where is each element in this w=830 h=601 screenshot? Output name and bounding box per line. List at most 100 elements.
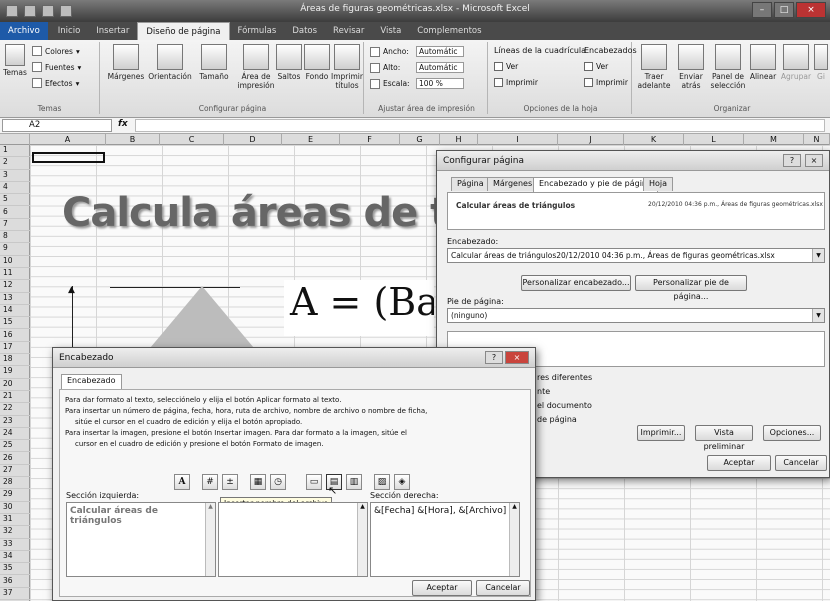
row-header[interactable]: 28 <box>0 477 30 490</box>
row-header[interactable]: 32 <box>0 526 30 539</box>
fx-icon[interactable]: fx <box>118 119 128 129</box>
background-button[interactable]: Fondo <box>302 44 332 81</box>
row-header[interactable]: 5 <box>0 194 30 207</box>
row-header[interactable]: 37 <box>0 588 30 601</box>
orientation-button[interactable]: Orientación <box>148 44 192 81</box>
scrollbar[interactable]: ▲ <box>509 503 519 576</box>
footer-select[interactable]: (ninguno) ▼ <box>447 308 825 323</box>
row-header[interactable]: 2 <box>0 157 30 170</box>
cancel-button[interactable]: Cancelar <box>775 455 827 471</box>
insert-picture-icon[interactable]: ▨ <box>374 474 390 490</box>
bring-forward-button[interactable]: Traer adelante <box>636 44 672 90</box>
column-header[interactable]: N <box>804 134 830 145</box>
tab-encabezado[interactable]: Encabezado <box>61 374 122 389</box>
option-scale-with-doc[interactable]: el documento <box>537 401 592 410</box>
row-header[interactable]: 11 <box>0 268 30 281</box>
redo-icon[interactable] <box>60 5 72 17</box>
tab-insertar[interactable]: Insertar <box>88 22 137 40</box>
row-header[interactable]: 17 <box>0 342 30 355</box>
selected-cell[interactable] <box>32 152 105 163</box>
excel-icon[interactable] <box>6 5 18 17</box>
gridlines-print-checkbox[interactable]: Imprimir <box>494 78 538 87</box>
tab-margenes[interactable]: Márgenes <box>487 177 539 191</box>
close-icon[interactable]: × <box>805 154 823 167</box>
row-header[interactable]: 22 <box>0 403 30 416</box>
row-header[interactable]: 7 <box>0 219 30 232</box>
option-first-page[interactable]: nte <box>537 387 550 396</box>
tab-datos[interactable]: Datos <box>284 22 325 40</box>
margins-button[interactable]: Márgenes <box>104 44 148 81</box>
column-header[interactable]: B <box>106 134 160 145</box>
option-different-odd-even[interactable]: res diferentes <box>537 373 592 382</box>
row-header[interactable]: 10 <box>0 256 30 268</box>
row-header[interactable]: 14 <box>0 305 30 318</box>
tab-encabezado-pie[interactable]: Encabezado y pie de página <box>533 177 658 192</box>
undo-icon[interactable] <box>42 5 54 17</box>
ok-button[interactable]: Aceptar <box>707 455 771 471</box>
tab-formulas[interactable]: Fórmulas <box>230 22 285 40</box>
row-header[interactable]: 8 <box>0 231 30 244</box>
row-header[interactable]: 31 <box>0 514 30 527</box>
row-header[interactable]: 21 <box>0 391 30 404</box>
right-section-input[interactable]: &[Fecha] &[Hora], &[Archivo] ▲ <box>370 502 520 577</box>
formula-textbox[interactable]: A = (Base <box>284 280 434 336</box>
custom-footer-button[interactable]: Personalizar pie de página... <box>635 275 747 301</box>
row-header[interactable]: 9 <box>0 243 30 256</box>
rotate-button[interactable]: Gi <box>812 44 830 81</box>
scrollbar[interactable]: ▲ <box>357 503 367 576</box>
row-header[interactable]: 18 <box>0 354 30 367</box>
ok-button[interactable]: Aceptar <box>412 580 472 596</box>
gridlines-view-checkbox[interactable]: Ver <box>494 62 518 71</box>
themes-button[interactable]: Temas <box>0 44 30 77</box>
print-titles-button[interactable]: Imprimir títulos <box>330 44 364 90</box>
column-header[interactable]: L <box>684 134 744 145</box>
center-section-input[interactable]: ▲ <box>218 502 368 577</box>
column-header[interactable]: H <box>440 134 478 145</box>
row-header[interactable]: 33 <box>0 539 30 551</box>
help-button[interactable]: ? <box>783 154 801 167</box>
column-header[interactable]: G <box>400 134 440 145</box>
column-header[interactable]: K <box>624 134 684 145</box>
page-count-icon[interactable]: ± <box>222 474 238 490</box>
print-area-button[interactable]: Área de impresión <box>234 44 278 90</box>
selection-pane-button[interactable]: Panel de selección <box>710 44 746 90</box>
column-header[interactable]: F <box>340 134 400 145</box>
column-header[interactable]: E <box>282 134 340 145</box>
page-number-icon[interactable]: # <box>202 474 218 490</box>
file-path-icon[interactable]: ▭ <box>306 474 322 490</box>
column-header[interactable]: I <box>478 134 558 145</box>
row-header[interactable]: 30 <box>0 502 30 514</box>
row-header[interactable]: 27 <box>0 465 30 478</box>
column-header[interactable]: C <box>160 134 224 145</box>
header-select[interactable]: Calcular áreas de triángulos20/12/2010 0… <box>447 248 825 263</box>
select-all-corner[interactable] <box>0 134 30 145</box>
tab-archivo[interactable]: Archivo <box>0 22 48 40</box>
option-align-margins[interactable]: de página <box>537 415 577 424</box>
tab-inicio[interactable]: Inicio <box>50 22 89 40</box>
row-header[interactable]: 3 <box>0 170 30 182</box>
row-header[interactable]: 23 <box>0 416 30 428</box>
cancel-button[interactable]: Cancelar <box>476 580 530 596</box>
minimize-button[interactable]: – <box>752 2 772 18</box>
group-button[interactable]: Agrupar <box>780 44 812 81</box>
row-header[interactable]: 12 <box>0 280 30 293</box>
row-header[interactable]: 15 <box>0 317 30 330</box>
size-button[interactable]: Tamaño <box>192 44 236 81</box>
row-header[interactable]: 25 <box>0 440 30 453</box>
row-header[interactable]: 16 <box>0 330 30 342</box>
date-icon[interactable]: ▦ <box>250 474 266 490</box>
row-header[interactable]: 29 <box>0 489 30 502</box>
column-header[interactable]: A <box>30 134 106 145</box>
maximize-button[interactable]: □ <box>774 2 794 18</box>
row-header[interactable]: 26 <box>0 453 30 465</box>
effects-button[interactable]: Efectos ▾ <box>32 78 79 88</box>
column-header[interactable]: D <box>224 134 282 145</box>
column-header[interactable]: M <box>744 134 804 145</box>
fonts-button[interactable]: Fuentes ▾ <box>32 62 81 72</box>
print-button[interactable]: Imprimir... <box>637 425 685 441</box>
save-icon[interactable] <box>24 5 36 17</box>
close-icon[interactable]: × <box>505 351 529 364</box>
row-header[interactable]: 35 <box>0 563 30 576</box>
row-header[interactable]: 13 <box>0 293 30 305</box>
scrollbar[interactable]: ▲ <box>205 503 215 576</box>
